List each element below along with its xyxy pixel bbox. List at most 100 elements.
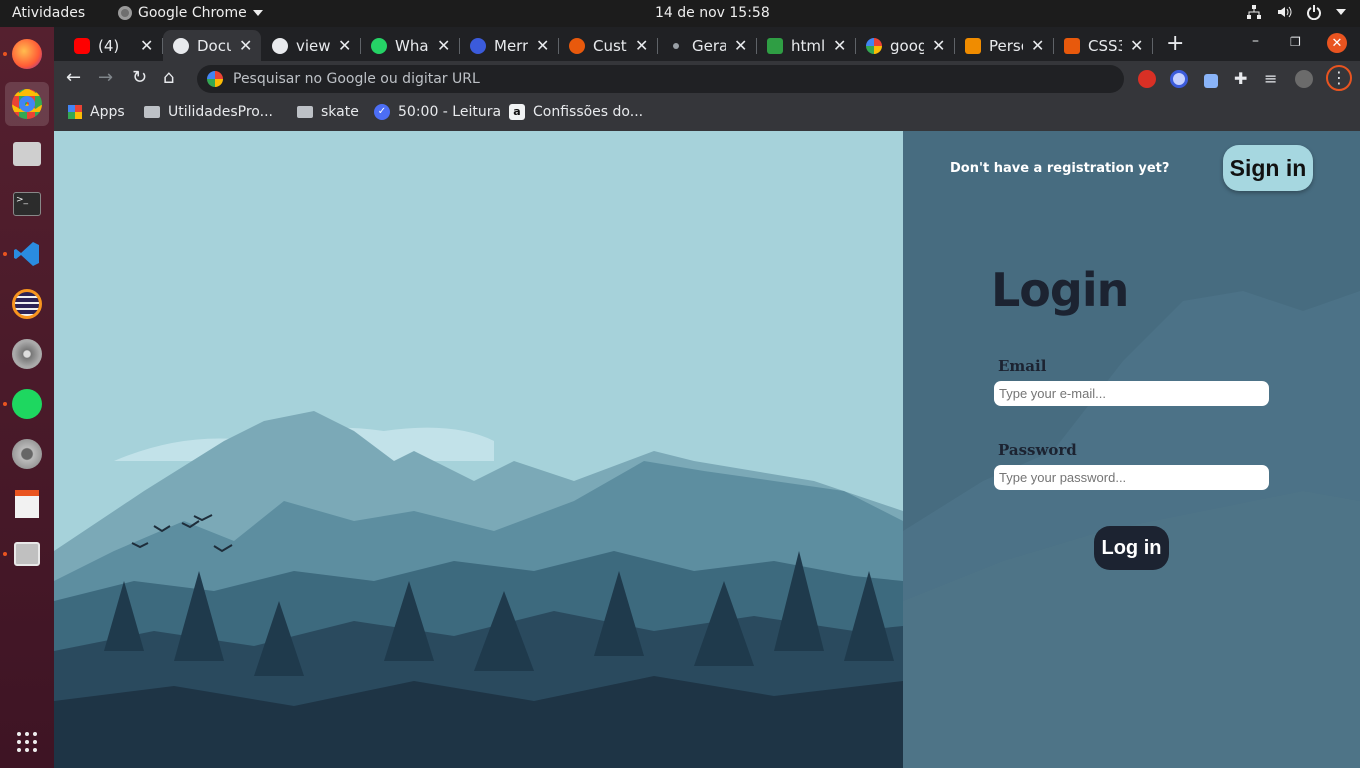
youtube-icon bbox=[74, 37, 90, 54]
close-icon[interactable]: ✕ bbox=[239, 36, 252, 55]
network-icon bbox=[1247, 5, 1261, 19]
panel-background-art bbox=[903, 291, 1360, 768]
close-icon[interactable]: ✕ bbox=[833, 36, 846, 55]
bookmark-apps[interactable]: Apps bbox=[68, 104, 125, 120]
close-icon[interactable]: ✕ bbox=[932, 36, 945, 55]
power-icon bbox=[1307, 5, 1321, 20]
terminal-icon[interactable]: >_ bbox=[5, 182, 49, 226]
minimize-icon[interactable]: – bbox=[1252, 33, 1259, 49]
tab[interactable]: Perso ✕ bbox=[955, 30, 1054, 61]
password-label: Password bbox=[998, 441, 1077, 459]
close-icon[interactable]: ✕ bbox=[338, 36, 351, 55]
tab-label: CSS3 bbox=[1088, 36, 1122, 55]
extensions-icon[interactable]: ✚ bbox=[1234, 69, 1247, 88]
reload-icon[interactable]: ↻ bbox=[132, 67, 147, 88]
tab-label: What bbox=[395, 36, 429, 55]
close-icon[interactable]: ✕ bbox=[1031, 36, 1044, 55]
page-title: Login bbox=[991, 263, 1129, 317]
bookmark-label: UtilidadesPro... bbox=[168, 104, 273, 120]
eclipse-icon[interactable] bbox=[5, 282, 49, 326]
close-icon[interactable]: ✕ bbox=[635, 36, 648, 55]
folder-icon bbox=[144, 106, 160, 118]
vscode-icon[interactable] bbox=[5, 232, 49, 276]
settings-icon[interactable] bbox=[5, 432, 49, 476]
web-page: Don't have a registration yet? Sign in L… bbox=[54, 131, 1360, 768]
bookmark-item[interactable]: a Confissões do... bbox=[509, 104, 643, 120]
bookmark-label: skate bbox=[321, 104, 359, 120]
tab-label: goog bbox=[890, 36, 924, 55]
back-arrow-icon[interactable]: ← bbox=[66, 67, 81, 88]
sign-in-button[interactable]: Sign in bbox=[1223, 145, 1313, 191]
avatar[interactable] bbox=[1295, 70, 1313, 88]
w-icon bbox=[965, 37, 981, 54]
tab[interactable]: (4) ✕ bbox=[64, 30, 163, 61]
bookmark-label: 50:00 - Leitura bbox=[398, 104, 502, 120]
media-icon[interactable]: ≡ bbox=[1264, 69, 1277, 88]
dot-icon bbox=[673, 42, 679, 49]
disk-icon[interactable] bbox=[5, 332, 49, 376]
show-apps-icon[interactable] bbox=[5, 720, 49, 764]
bookmark-label: Apps bbox=[90, 104, 125, 120]
custom-icon bbox=[569, 37, 585, 54]
close-icon[interactable]: ✕ bbox=[140, 36, 153, 55]
chevron-down-icon bbox=[1336, 9, 1346, 15]
tab-label: view bbox=[296, 36, 330, 55]
app-menu[interactable]: Google Chrome bbox=[118, 5, 263, 21]
password-field[interactable] bbox=[994, 465, 1269, 490]
close-icon[interactable]: ✕ bbox=[536, 36, 549, 55]
google-icon bbox=[866, 37, 882, 54]
bookmark-label: Confissões do... bbox=[533, 104, 644, 120]
volume-icon bbox=[1278, 6, 1292, 18]
forward-arrow-icon[interactable]: → bbox=[98, 67, 113, 88]
chevron-down-icon bbox=[252, 10, 263, 16]
spotify-icon[interactable] bbox=[5, 382, 49, 426]
bookmark-folder[interactable]: skate bbox=[297, 104, 359, 120]
google-icon bbox=[207, 71, 223, 87]
files-icon[interactable] bbox=[5, 132, 49, 176]
close-icon[interactable]: ✕ bbox=[437, 36, 450, 55]
close-icon[interactable]: ✕ bbox=[1130, 36, 1143, 55]
close-window-icon[interactable]: ✕ bbox=[1327, 33, 1347, 53]
tab-active[interactable]: Docu ✕ bbox=[163, 30, 261, 61]
tab[interactable]: Gerad ✕ bbox=[658, 30, 757, 61]
folder-icon bbox=[297, 106, 313, 118]
tab[interactable]: Merr ✕ bbox=[460, 30, 559, 61]
email-field[interactable] bbox=[994, 381, 1269, 406]
omnibox[interactable]: Pesquisar no Google ou digitar URL bbox=[197, 65, 1124, 93]
new-tab-button[interactable]: + bbox=[1166, 31, 1184, 56]
tab[interactable]: html ✕ bbox=[757, 30, 856, 61]
system-tray[interactable] bbox=[1246, 4, 1346, 20]
screenshot-icon[interactable] bbox=[5, 532, 49, 576]
chrome-icon[interactable] bbox=[5, 82, 49, 126]
bookmarks-bar: Apps UtilidadesPro... skate ✓ 50:00 - Lei… bbox=[54, 97, 1360, 131]
registration-prompt: Don't have a registration yet? bbox=[950, 161, 1170, 176]
bookmark-folder[interactable]: UtilidadesPro... bbox=[144, 104, 273, 120]
tab-label: Merr bbox=[494, 36, 528, 55]
mountain-forest-illustration bbox=[54, 131, 903, 768]
block-icon[interactable] bbox=[1170, 70, 1188, 88]
tab-label: (4) bbox=[98, 36, 120, 55]
clock[interactable]: 14 de nov 15:58 bbox=[655, 5, 770, 21]
tab[interactable]: goog ✕ bbox=[856, 30, 955, 61]
document-viewer-icon[interactable] bbox=[5, 482, 49, 526]
bookmark-item[interactable]: ✓ 50:00 - Leitura bbox=[374, 104, 501, 120]
activities-button[interactable]: Atividades bbox=[12, 5, 85, 21]
tab[interactable]: What ✕ bbox=[361, 30, 460, 61]
omnibox-placeholder: Pesquisar no Google ou digitar URL bbox=[233, 71, 480, 87]
menu-icon[interactable]: ⋮ bbox=[1326, 65, 1352, 91]
log-in-button[interactable]: Log in bbox=[1094, 526, 1169, 570]
tab-strip: (4) ✕ Docu ✕ view ✕ What ✕ Merr ✕ Custo ✕ Gera… bbox=[54, 27, 1360, 61]
adblock-icon[interactable] bbox=[1138, 70, 1156, 88]
chrome-icon bbox=[118, 6, 132, 20]
close-icon[interactable]: ✕ bbox=[734, 36, 747, 55]
pen-icon[interactable] bbox=[1204, 74, 1218, 88]
tab-label: Gerad bbox=[692, 36, 726, 55]
firefox-icon[interactable] bbox=[5, 32, 49, 76]
home-icon[interactable]: ⌂ bbox=[163, 67, 174, 88]
tab[interactable]: view ✕ bbox=[262, 30, 361, 61]
tab[interactable]: Custo ✕ bbox=[559, 30, 658, 61]
maximize-icon[interactable]: ❐ bbox=[1290, 35, 1301, 49]
amazon-icon: a bbox=[509, 104, 525, 120]
browser-toolbar: ← → ↻ ⌂ Pesquisar no Google ou digitar U… bbox=[54, 61, 1360, 97]
tab[interactable]: CSS3 ✕ bbox=[1054, 30, 1153, 61]
